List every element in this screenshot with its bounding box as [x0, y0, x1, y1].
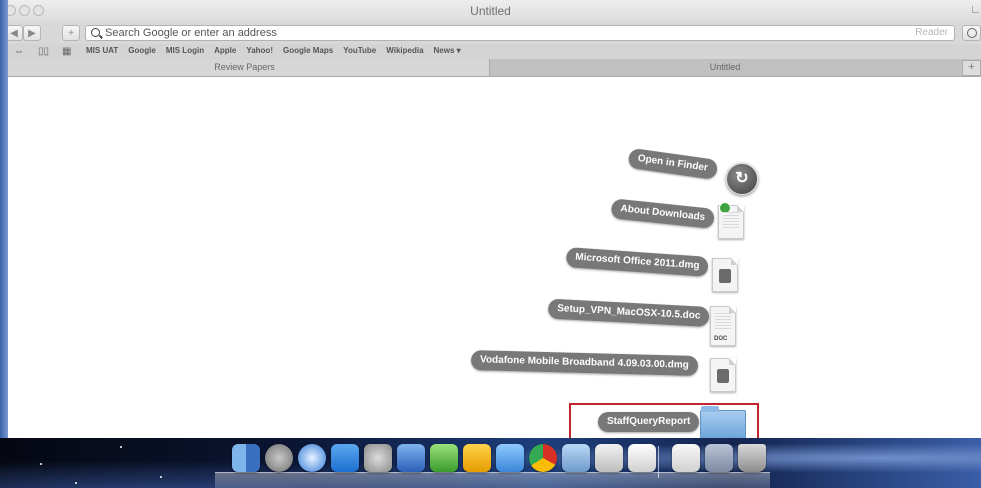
launchpad-icon[interactable]	[265, 444, 293, 472]
tab-untitled[interactable]: Untitled	[490, 59, 960, 76]
mail-icon[interactable]	[595, 444, 623, 472]
bookmark-item[interactable]: MIS UAT	[86, 46, 118, 55]
bookmarks-bar: ⇔ ▯▯ ▦ MIS UAT Google MIS Login Apple Ya…	[0, 44, 981, 59]
window-titlebar: Untitled	[0, 0, 981, 22]
safari-icon[interactable]	[298, 444, 326, 472]
plus-icon: +	[68, 27, 74, 39]
forward-button[interactable]: ▶	[23, 25, 41, 41]
bookmark-item[interactable]: Apple	[214, 46, 236, 55]
chrome-icon[interactable]	[529, 444, 557, 472]
address-bar[interactable]: Search Google or enter an address Reader	[85, 25, 955, 41]
desktop-edge	[0, 0, 8, 488]
bookmarks-book-icon[interactable]: ▯▯	[38, 47, 49, 57]
bookmark-item[interactable]: Google	[128, 46, 156, 55]
tab-bar: Review Papers Untitled +	[0, 59, 981, 77]
documents-stack-icon[interactable]	[705, 444, 733, 472]
app-store-icon[interactable]	[496, 444, 524, 472]
new-tab-button[interactable]: +	[962, 60, 981, 76]
system-preferences-icon[interactable]	[364, 444, 392, 472]
doc-file-icon[interactable]: DOC	[710, 306, 736, 346]
fullscreen-icon[interactable]	[972, 6, 979, 13]
open-in-finder-icon[interactable]	[726, 163, 758, 195]
preview-icon[interactable]	[562, 444, 590, 472]
bookmark-item[interactable]: Google Maps	[283, 46, 333, 55]
search-icon	[91, 28, 100, 37]
window-title: Untitled	[470, 4, 511, 18]
dock-separator	[658, 446, 659, 478]
screen: Untitled ◀ ▶ + Search Google or enter an…	[0, 0, 981, 488]
disk-image-icon[interactable]	[710, 358, 736, 392]
excel-icon[interactable]	[430, 444, 458, 472]
bookmark-item[interactable]: Wikipedia	[386, 46, 423, 55]
document-stack-icon[interactable]	[628, 444, 656, 472]
disk-image-icon[interactable]	[712, 258, 738, 292]
bookmark-item[interactable]: MIS Login	[166, 46, 204, 55]
outlook-icon[interactable]	[463, 444, 491, 472]
reader-button[interactable]: Reader	[915, 27, 948, 38]
bookmark-item[interactable]: YouTube	[343, 46, 376, 55]
top-sites-icon[interactable]: ▦	[62, 47, 71, 57]
downloads-stack-icon[interactable]	[672, 444, 700, 472]
dropbox-icon[interactable]	[331, 444, 359, 472]
tab-review-papers[interactable]: Review Papers	[0, 59, 490, 76]
document-icon[interactable]	[718, 202, 744, 239]
trash-icon[interactable]	[738, 444, 766, 472]
word-icon[interactable]	[397, 444, 425, 472]
reading-list-icon[interactable]: ⇔	[14, 47, 24, 57]
settings-button[interactable]	[962, 25, 981, 41]
bookmark-list: MIS UAT Google MIS Login Apple Yahoo! Go…	[86, 46, 461, 55]
bookmark-item[interactable]: News ▾	[434, 46, 461, 55]
back-arrow-icon: ◀	[10, 27, 18, 39]
page-content	[8, 77, 981, 438]
bookmark-item[interactable]: Yahoo!	[246, 46, 273, 55]
finder-icon[interactable]	[232, 444, 260, 472]
address-placeholder: Search Google or enter an address	[105, 27, 277, 39]
dock	[215, 472, 770, 488]
browser-toolbar: ◀ ▶ + Search Google or enter an address …	[0, 22, 981, 44]
add-bookmark-button[interactable]: +	[62, 25, 80, 41]
forward-arrow-icon: ▶	[28, 27, 36, 39]
